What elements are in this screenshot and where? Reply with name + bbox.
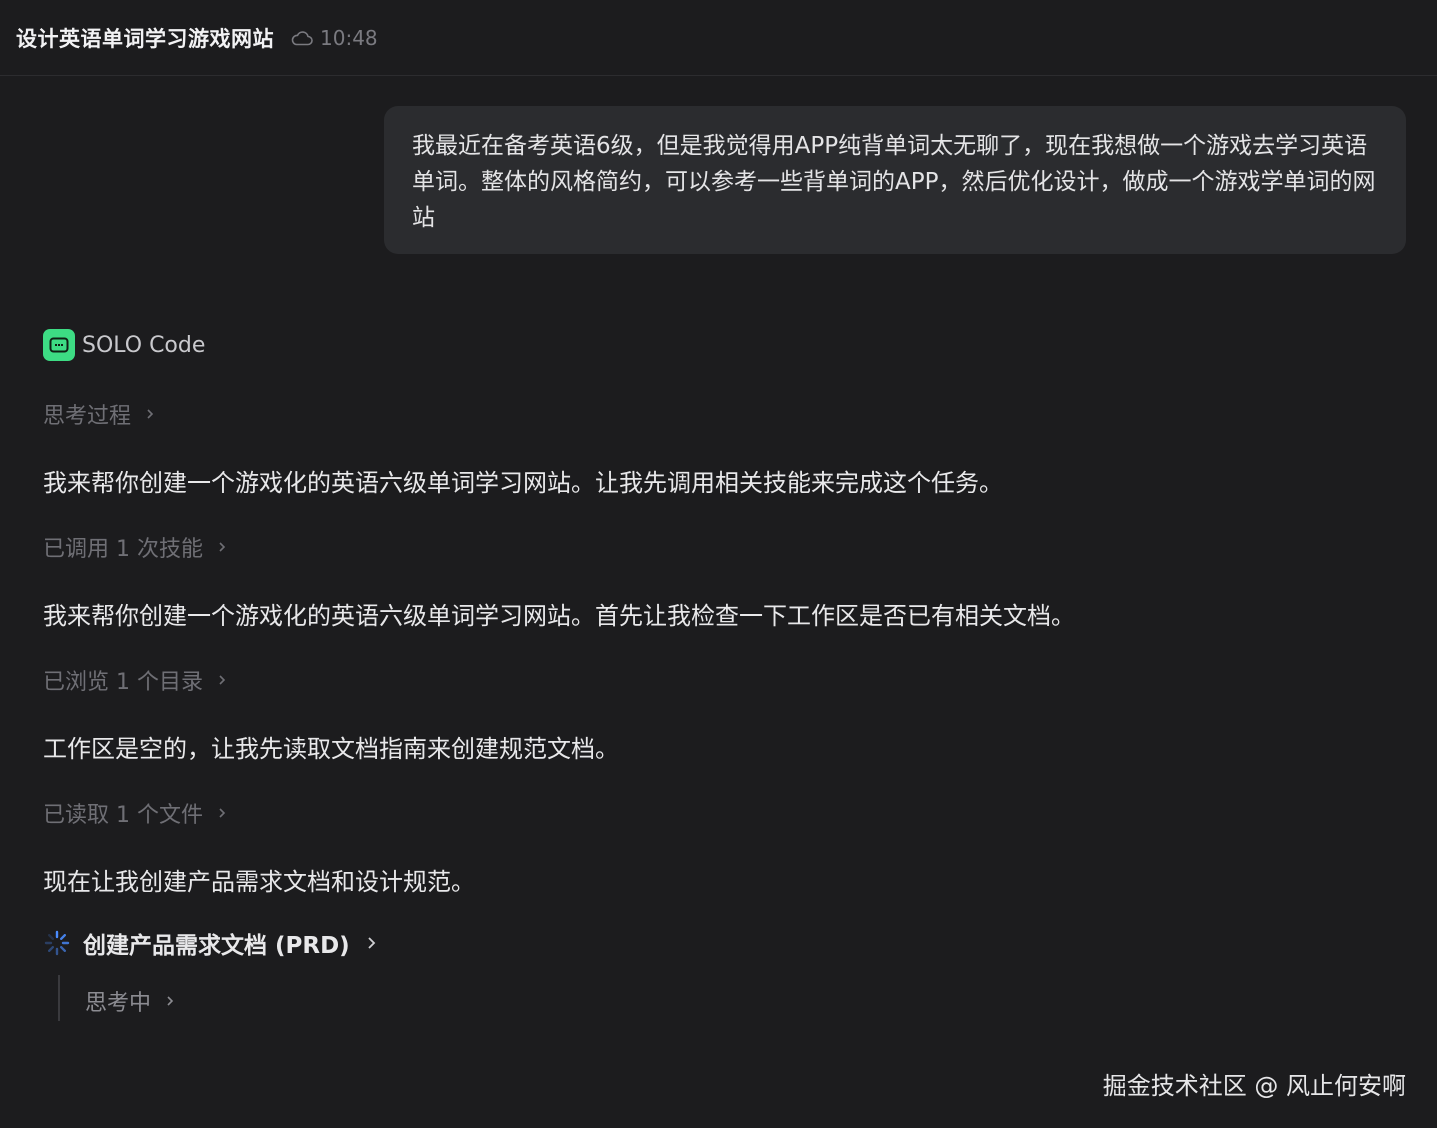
chat-title: 设计英语单词学习游戏网站 — [16, 26, 274, 51]
skills-called-label: 已调用 1 次技能 — [43, 537, 203, 562]
chevron-right-icon — [217, 673, 229, 687]
directory-browsed-toggle[interactable]: 已浏览 1 个目录 — [43, 664, 229, 696]
chevron-right-icon — [165, 994, 177, 1008]
agent-message-3: 工作区是空的，让我先读取文档指南来创建规范文档。 — [43, 735, 619, 763]
agent-message-2: 我来帮你创建一个游戏化的英语六级单词学习网站。首先让我检查一下工作区是否已有相关… — [43, 602, 1075, 630]
agent-header: SOLO Code — [43, 329, 205, 361]
agent-name: SOLO Code — [82, 332, 206, 358]
chevron-right-icon — [217, 540, 229, 554]
thinking-process-label: 思考过程 — [43, 404, 132, 429]
header-time: 10:48 — [320, 25, 378, 50]
chevron-right-icon — [145, 407, 157, 421]
cloud-icon — [290, 29, 314, 47]
loading-spinner-icon — [43, 929, 71, 957]
directory-browsed-label: 已浏览 1 个目录 — [43, 670, 203, 695]
chevron-right-icon — [217, 806, 229, 820]
user-message-bubble: 我最近在备考英语6级，但是我觉得用APP纯背单词太无聊了，现在我想做一个游戏去学… — [384, 106, 1406, 254]
agent-message-4: 现在让我创建产品需求文档和设计规范。 — [43, 868, 475, 896]
task-create-prd[interactable]: 创建产品需求文档 (PRD) — [43, 926, 380, 960]
chat-header: 设计英语单词学习游戏网站 10:48 — [0, 0, 1437, 76]
file-read-toggle[interactable]: 已读取 1 个文件 — [43, 797, 229, 829]
thinking-substep-label: 思考中 — [85, 991, 152, 1016]
file-read-label: 已读取 1 个文件 — [43, 803, 203, 828]
thinking-process-toggle[interactable]: 思考过程 — [43, 398, 157, 430]
agent-message-1: 我来帮你创建一个游戏化的英语六级单词学习网站。让我先调用相关技能来完成这个任务。 — [43, 469, 1003, 497]
chevron-right-icon — [366, 935, 380, 951]
watermark: 掘金技术社区 @ 风止何安啊 — [1102, 1072, 1406, 1100]
skills-called-toggle[interactable]: 已调用 1 次技能 — [43, 531, 229, 563]
thinking-substep-toggle[interactable]: 思考中 — [85, 985, 177, 1017]
task-title: 创建产品需求文档 (PRD) — [83, 933, 350, 959]
solo-code-logo-icon — [43, 329, 75, 361]
user-message-text: 我最近在备考英语6级，但是我觉得用APP纯背单词太无聊了，现在我想做一个游戏去学… — [412, 133, 1376, 231]
task-tree-line — [58, 975, 60, 1021]
